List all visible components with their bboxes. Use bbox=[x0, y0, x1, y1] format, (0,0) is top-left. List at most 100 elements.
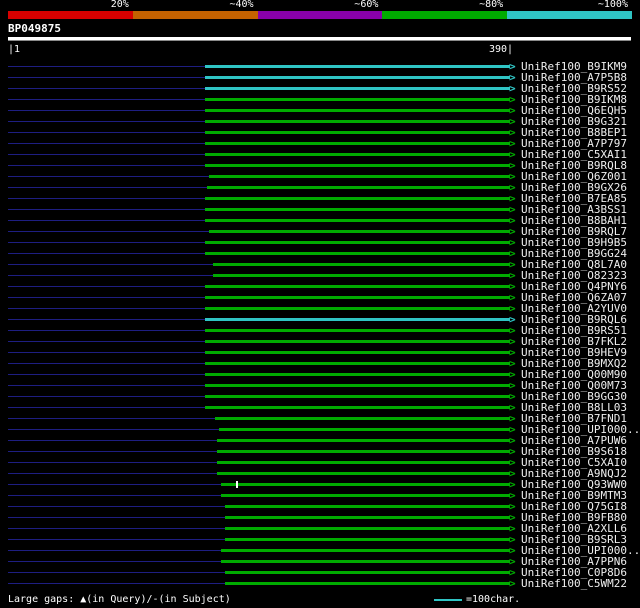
hit-bar[interactable] bbox=[213, 274, 510, 277]
hit-bar[interactable] bbox=[205, 340, 510, 343]
unaligned-lead-line bbox=[8, 561, 221, 562]
hit-bar[interactable] bbox=[205, 318, 510, 321]
unaligned-lead-line bbox=[8, 528, 225, 529]
arrowhead-icon: > bbox=[509, 577, 516, 590]
hit-bar[interactable] bbox=[205, 208, 510, 211]
hit-bar[interactable] bbox=[205, 120, 510, 123]
identity-scale-labels: 20% ~40% ~60% ~80% ~100% bbox=[8, 0, 632, 10]
hit-bar[interactable] bbox=[205, 153, 510, 156]
hit-bar[interactable] bbox=[205, 131, 510, 134]
scale-segment-red bbox=[8, 11, 133, 19]
hit-bar[interactable] bbox=[205, 384, 510, 387]
hit-bar[interactable] bbox=[205, 65, 510, 68]
legend: Large gaps: ▲(in Query)/-(in Subject) =1… bbox=[0, 594, 640, 606]
unaligned-lead-line bbox=[8, 319, 205, 320]
hit-bar[interactable] bbox=[213, 263, 510, 266]
hit-bar[interactable] bbox=[205, 219, 510, 222]
unaligned-lead-line bbox=[8, 352, 205, 353]
hit-bar[interactable] bbox=[217, 439, 510, 442]
unaligned-lead-line bbox=[8, 462, 217, 463]
hit-bar[interactable] bbox=[219, 428, 510, 431]
hit-bar[interactable] bbox=[205, 197, 510, 200]
hit-bar[interactable] bbox=[205, 406, 510, 409]
hit-bar[interactable] bbox=[205, 87, 510, 90]
unaligned-lead-line bbox=[8, 66, 205, 67]
hit-bar[interactable] bbox=[221, 560, 510, 563]
hit-bar[interactable] bbox=[205, 351, 510, 354]
hit-bar[interactable] bbox=[205, 373, 510, 376]
hit-bar[interactable] bbox=[205, 98, 510, 101]
scale-segment-purple bbox=[257, 11, 383, 19]
unaligned-lead-line bbox=[8, 330, 205, 331]
hit-bar[interactable] bbox=[205, 241, 510, 244]
hit-bar[interactable] bbox=[205, 164, 510, 167]
scale-label-purple: ~60% bbox=[354, 0, 379, 10]
hit-bar[interactable] bbox=[205, 395, 510, 398]
scale-segment-cyan bbox=[507, 11, 632, 19]
unaligned-lead-line bbox=[8, 484, 221, 485]
unaligned-lead-line bbox=[8, 187, 207, 188]
hit-bar[interactable] bbox=[225, 527, 510, 530]
hit-bar[interactable] bbox=[221, 483, 510, 486]
unaligned-lead-line bbox=[8, 209, 205, 210]
unaligned-lead-line bbox=[8, 253, 205, 254]
hit-bar[interactable] bbox=[205, 109, 510, 112]
legend-unit-text: =100char. bbox=[466, 594, 521, 605]
hit-bar[interactable] bbox=[221, 549, 510, 552]
hit-bar[interactable] bbox=[215, 417, 510, 420]
hit-label[interactable]: UniRef100_C5WM22 bbox=[521, 578, 627, 589]
unaligned-lead-line bbox=[8, 363, 205, 364]
hit-list: > UniRef100_B9IKM9 > UniRef100_A7P5B8 > UniRe… bbox=[0, 61, 640, 589]
unaligned-lead-line bbox=[8, 110, 205, 111]
hit-bar[interactable] bbox=[217, 472, 510, 475]
hit-bar[interactable] bbox=[205, 329, 510, 332]
unaligned-lead-line bbox=[8, 517, 225, 518]
unaligned-lead-line bbox=[8, 143, 205, 144]
unaligned-lead-line bbox=[8, 429, 219, 430]
identity-scale-bar bbox=[8, 11, 632, 19]
hit-bar[interactable] bbox=[205, 307, 510, 310]
hit-bar[interactable] bbox=[205, 362, 510, 365]
unaligned-lead-line bbox=[8, 231, 209, 232]
unaligned-lead-line bbox=[8, 385, 205, 386]
unaligned-lead-line bbox=[8, 407, 205, 408]
hit-bar[interactable] bbox=[225, 571, 510, 574]
hit-bar[interactable] bbox=[225, 505, 510, 508]
hit-bar[interactable] bbox=[205, 252, 510, 255]
unaligned-lead-line bbox=[8, 132, 205, 133]
unaligned-lead-line bbox=[8, 88, 205, 89]
hit-bar[interactable] bbox=[205, 76, 510, 79]
hit-bar[interactable] bbox=[205, 296, 510, 299]
unaligned-lead-line bbox=[8, 583, 225, 584]
legend-gaps-text: Large gaps: ▲(in Query)/-(in Subject) bbox=[8, 594, 231, 605]
ruler: |1 390| bbox=[0, 44, 640, 55]
hit-bar[interactable] bbox=[205, 285, 510, 288]
hit-bar[interactable] bbox=[225, 538, 510, 541]
unaligned-lead-line bbox=[8, 242, 205, 243]
hit-bar[interactable] bbox=[217, 461, 510, 464]
unaligned-lead-line bbox=[8, 165, 205, 166]
unaligned-lead-line bbox=[8, 374, 205, 375]
hit-bar[interactable] bbox=[221, 494, 510, 497]
hit-bar[interactable] bbox=[209, 230, 510, 233]
hit-bar[interactable] bbox=[205, 142, 510, 145]
hit-bar[interactable] bbox=[207, 186, 510, 189]
unaligned-lead-line bbox=[8, 77, 205, 78]
unaligned-lead-line bbox=[8, 220, 205, 221]
unaligned-lead-line bbox=[8, 451, 217, 452]
ruler-start-label: |1 bbox=[8, 44, 21, 55]
unaligned-lead-line bbox=[8, 286, 205, 287]
unaligned-lead-line bbox=[8, 396, 205, 397]
hit-bar[interactable] bbox=[225, 582, 510, 585]
unaligned-lead-line bbox=[8, 550, 221, 551]
hit-bar[interactable] bbox=[209, 175, 510, 178]
scale-segment-orange bbox=[132, 11, 258, 19]
unaligned-lead-line bbox=[8, 440, 217, 441]
unaligned-lead-line bbox=[8, 121, 205, 122]
blast-hit-overview: 20% ~40% ~60% ~80% ~100% BP049875 |1 390| > U… bbox=[0, 0, 640, 608]
hit-bar[interactable] bbox=[217, 450, 510, 453]
unaligned-lead-line bbox=[8, 264, 213, 265]
hit-bar[interactable] bbox=[225, 516, 510, 519]
unaligned-lead-line bbox=[8, 341, 205, 342]
scale-label-green: ~80% bbox=[479, 0, 504, 10]
